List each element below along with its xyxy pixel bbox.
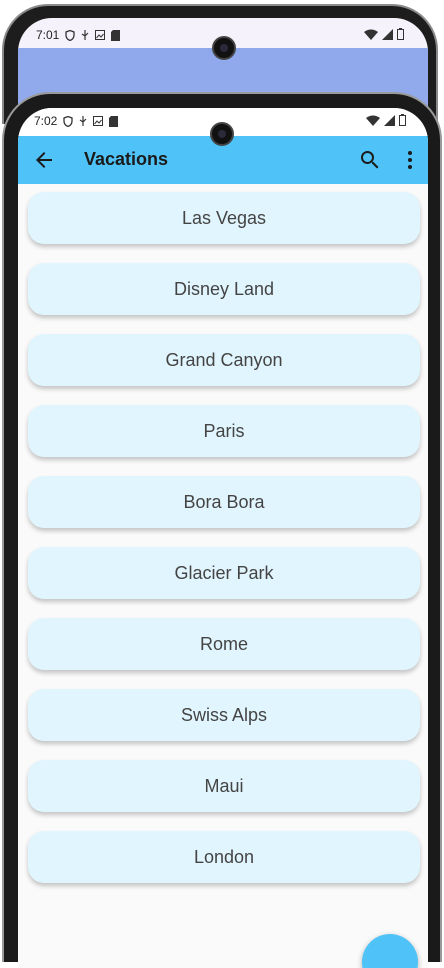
list-item[interactable]: Maui (28, 760, 420, 812)
list-item-label: Glacier Park (174, 562, 274, 583)
background-camera (212, 36, 236, 60)
phone-frame: 7:02 Vacations Las Vegas Disney Land Gra… (2, 92, 442, 968)
usb-icon (82, 29, 89, 40)
sd-card-icon (109, 115, 119, 127)
list-item-label: Rome (199, 633, 248, 654)
wifi-icon (366, 115, 380, 126)
list-item[interactable]: Swiss Alps (28, 689, 420, 741)
list-item[interactable]: Disney Land (28, 263, 420, 315)
list-item[interactable]: Rome (28, 618, 420, 670)
shield-icon (63, 115, 74, 127)
battery-icon (397, 28, 404, 40)
battery-icon (399, 114, 406, 126)
status-time: 7:02 (34, 114, 58, 128)
add-button[interactable] (362, 934, 418, 968)
image-icon (93, 116, 104, 126)
list-item-label: Bora Bora (183, 491, 265, 512)
list-item-label: Swiss Alps (180, 704, 268, 725)
signal-icon (384, 114, 395, 126)
list-item-label: Las Vegas (181, 207, 267, 228)
background-status-icons (364, 28, 404, 40)
sd-card-icon (111, 29, 121, 41)
page-title: Vacations (84, 149, 169, 169)
list-item-label: Paris (203, 420, 245, 441)
app-screen: 7:02 Vacations Las Vegas Disney Land Gra… (18, 108, 428, 968)
background-status-time: 7:01 (36, 28, 60, 42)
list-item-label: London (193, 846, 255, 867)
background-status-bar: 7:01 (36, 28, 121, 42)
list-item-label: Grand Canyon (165, 349, 283, 370)
list-item[interactable]: Bora Bora (28, 476, 420, 528)
usb-icon (80, 115, 87, 126)
front-camera (210, 122, 234, 146)
list-item[interactable]: London (28, 831, 420, 883)
signal-icon (382, 28, 393, 40)
more-vert-icon[interactable] (398, 148, 422, 172)
arrow-back-icon[interactable] (32, 148, 56, 172)
shield-icon (65, 29, 76, 41)
list-item[interactable]: Grand Canyon (28, 334, 420, 386)
image-icon (95, 30, 106, 40)
list-item[interactable]: Glacier Park (28, 547, 420, 599)
list-item[interactable]: Paris (28, 405, 420, 457)
list-item[interactable]: Las Vegas (28, 192, 420, 244)
wifi-icon (364, 29, 378, 40)
list-item-label: Maui (204, 775, 244, 796)
search-icon[interactable] (358, 148, 382, 172)
list-item-label: Disney Land (173, 278, 275, 299)
